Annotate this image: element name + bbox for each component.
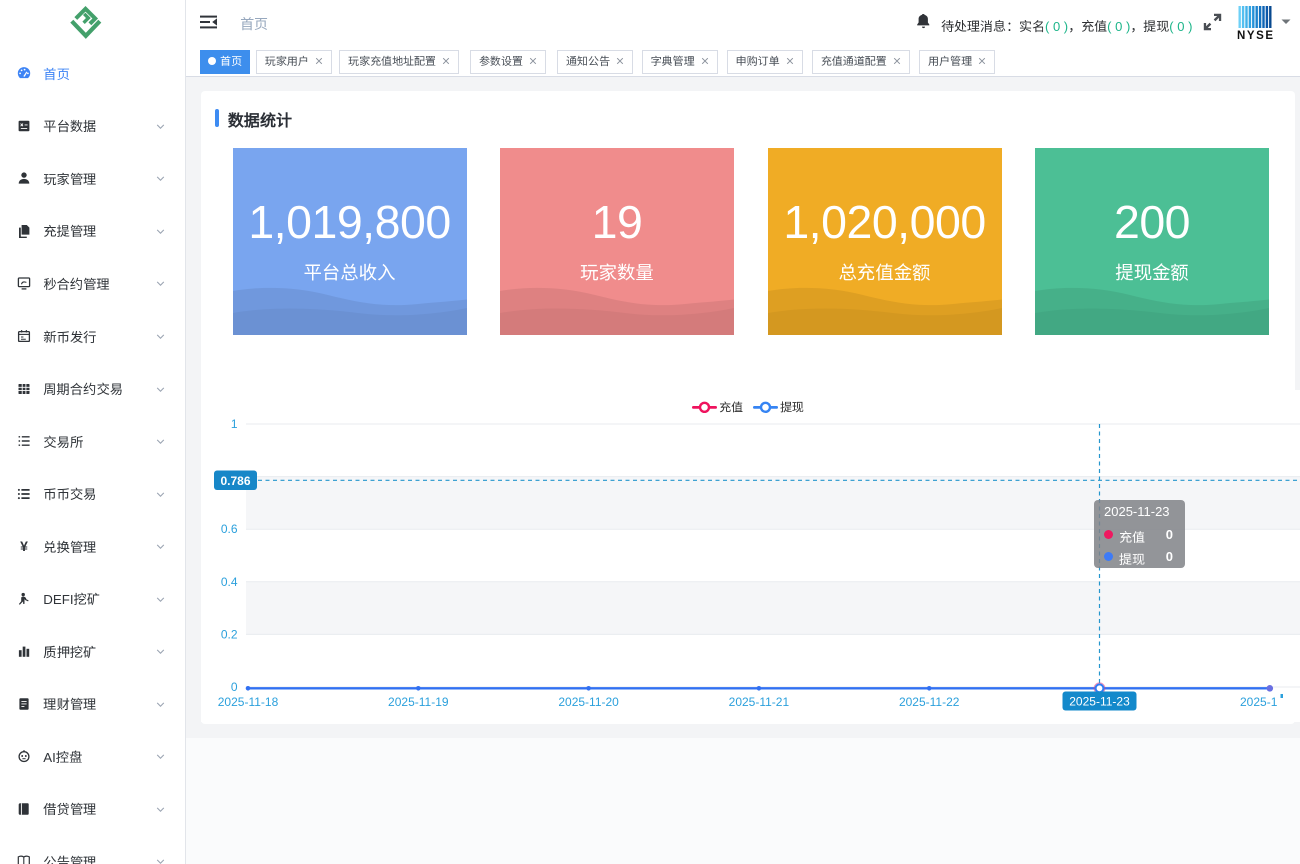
- svg-text:0.6: 0.6: [221, 522, 238, 536]
- svg-text:1: 1: [231, 417, 238, 431]
- svg-text:0.786: 0.786: [220, 474, 250, 488]
- svg-text:2025-11-23: 2025-11-23: [1069, 695, 1130, 709]
- svg-text:2025-11-19: 2025-11-19: [388, 695, 449, 709]
- svg-text:2025-11-18: 2025-11-18: [218, 695, 279, 709]
- svg-text:2025-11-20: 2025-11-20: [558, 695, 619, 709]
- svg-text:NYSE: NYSE: [1237, 30, 1273, 41]
- svg-text:¥: ¥: [20, 539, 28, 553]
- svg-text:0.4: 0.4: [221, 575, 238, 589]
- svg-text:提现: 提现: [780, 401, 804, 415]
- svg-text:2025-11-22: 2025-11-22: [899, 695, 960, 709]
- svg-text:0: 0: [231, 680, 238, 694]
- svg-text:2025-1: 2025-1: [1240, 695, 1278, 709]
- svg-text:2025-11-21: 2025-11-21: [729, 695, 790, 709]
- svg-text:充值: 充值: [719, 401, 743, 415]
- svg-text:0.2: 0.2: [221, 627, 238, 641]
